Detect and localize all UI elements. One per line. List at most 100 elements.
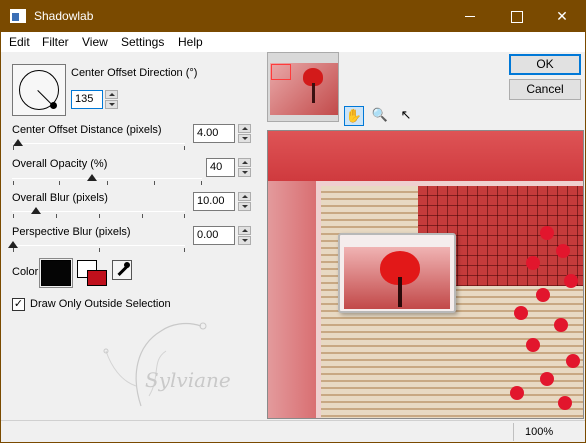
- status-divider: [513, 423, 514, 441]
- blur-label: Overall Blur (pixels): [12, 192, 108, 204]
- opacity-field[interactable]: 40: [206, 158, 235, 177]
- shadowlab-window: Shadowlab ✕ Edit Filter View Settings He…: [0, 0, 586, 443]
- distance-spinner[interactable]: [238, 124, 251, 143]
- select-tool-icon[interactable]: ↖: [396, 106, 416, 126]
- watermark-logo: Sylviane: [91, 306, 241, 416]
- preview-hearts: [506, 226, 583, 418]
- watermark-flourish-icon: [103, 322, 207, 407]
- distance-field[interactable]: 4.00: [193, 124, 235, 143]
- direction-down-arrow-icon[interactable]: [105, 100, 118, 109]
- heart-shape: [540, 372, 554, 386]
- distance-tick: [13, 146, 14, 150]
- watermark-text: Sylviane: [145, 368, 231, 392]
- heart-shape: [558, 396, 572, 410]
- blur-tick: [99, 214, 100, 218]
- preview-top-band: [268, 131, 583, 181]
- blur-spinner[interactable]: [238, 192, 251, 211]
- blur-tick: [13, 214, 14, 218]
- blur-tick: [184, 214, 185, 218]
- direction-spinner[interactable]: [105, 90, 118, 109]
- menu-settings[interactable]: Settings: [121, 35, 164, 49]
- ok-button[interactable]: OK: [509, 54, 581, 75]
- blur-slider-thumb[interactable]: [31, 207, 41, 214]
- distance-up-arrow-icon[interactable]: [238, 124, 251, 133]
- heart-shape: [526, 256, 540, 270]
- distance-tick: [184, 146, 185, 150]
- preview-left-band: [268, 181, 316, 418]
- heart-shape: [536, 288, 550, 302]
- perspective-tick: [184, 248, 185, 252]
- opacity-label: Overall Opacity (%): [12, 158, 108, 170]
- background-color-swatch[interactable]: [87, 270, 107, 286]
- app-icon: [10, 9, 26, 23]
- outside-selection-checkbox[interactable]: ✓: [12, 298, 25, 311]
- heart-tree-trunk: [398, 277, 402, 307]
- direction-label: Center Offset Direction (°): [71, 67, 198, 79]
- tree-card-image: [344, 247, 450, 309]
- perspective-slider-track[interactable]: [12, 245, 185, 246]
- opacity-slider-thumb[interactable]: [87, 174, 97, 181]
- perspective-tick: [99, 248, 100, 252]
- fg-bg-color-swatch[interactable]: [77, 260, 107, 286]
- pan-tool-icon[interactable]: ✋: [344, 106, 364, 126]
- direction-dial[interactable]: [12, 64, 66, 116]
- tree-trunk: [312, 83, 315, 103]
- opacity-tick: [154, 181, 155, 185]
- heart-shape: [514, 306, 528, 320]
- opacity-tick: [13, 181, 14, 185]
- opacity-slider-track[interactable]: [12, 178, 202, 179]
- blur-up-arrow-icon[interactable]: [238, 192, 251, 201]
- opacity-tick: [107, 181, 108, 185]
- settings-panel: Center Offset Direction (°) 135 Center O…: [1, 52, 263, 420]
- distance-slider-track[interactable]: [12, 143, 185, 144]
- blur-tick: [142, 214, 143, 218]
- dial-handle[interactable]: [50, 102, 57, 109]
- window-title: Shadowlab: [34, 9, 94, 23]
- title-bar[interactable]: Shadowlab ✕: [1, 1, 585, 32]
- preview-canvas[interactable]: [267, 130, 584, 419]
- heart-shape: [554, 318, 568, 332]
- heart-shape: [566, 354, 580, 368]
- navigator-image[interactable]: [270, 63, 338, 115]
- heart-shape: [510, 386, 524, 400]
- eyedropper-icon[interactable]: [112, 260, 132, 280]
- heart-shape: [564, 274, 578, 288]
- opacity-up-arrow-icon[interactable]: [238, 158, 251, 167]
- shadow-color-swatch[interactable]: [39, 258, 73, 288]
- perspective-down-arrow-icon[interactable]: [238, 236, 251, 245]
- preview-tree-card: [338, 233, 456, 313]
- menu-filter[interactable]: Filter: [42, 35, 69, 49]
- status-bar: 100%: [1, 420, 585, 442]
- perspective-label: Perspective Blur (pixels): [12, 226, 131, 238]
- navigator-thumbnail[interactable]: [267, 52, 339, 122]
- distance-down-arrow-icon[interactable]: [238, 134, 251, 143]
- direction-field[interactable]: 135: [71, 90, 103, 109]
- close-button[interactable]: ✕: [539, 1, 585, 32]
- blur-down-arrow-icon[interactable]: [238, 202, 251, 211]
- navigator-viewport-box[interactable]: [271, 64, 291, 80]
- heart-shape: [540, 226, 554, 240]
- perspective-field[interactable]: 0.00: [193, 226, 235, 245]
- distance-slider-thumb[interactable]: [13, 139, 23, 146]
- menu-bar: Edit Filter View Settings Help: [1, 32, 585, 52]
- blur-field[interactable]: 10.00: [193, 192, 235, 211]
- distance-label: Center Offset Distance (pixels): [12, 124, 162, 136]
- cancel-button[interactable]: Cancel: [509, 79, 581, 100]
- opacity-down-arrow-icon[interactable]: [238, 168, 251, 177]
- menu-help[interactable]: Help: [178, 35, 203, 49]
- maximize-button[interactable]: [493, 1, 539, 32]
- preview-panel: ✋ 🔍 ↖ OK Cancel: [263, 52, 585, 420]
- blur-tick: [56, 214, 57, 218]
- menu-view[interactable]: View: [82, 35, 108, 49]
- color-label: Color: [12, 266, 39, 278]
- perspective-slider-thumb[interactable]: [8, 241, 18, 248]
- heart-shape: [556, 244, 570, 258]
- zoom-tool-icon[interactable]: 🔍: [370, 106, 390, 126]
- perspective-up-arrow-icon[interactable]: [238, 226, 251, 235]
- menu-edit[interactable]: Edit: [9, 35, 30, 49]
- perspective-spinner[interactable]: [238, 226, 251, 245]
- opacity-spinner[interactable]: [238, 158, 251, 177]
- perspective-tick: [13, 248, 14, 252]
- minimize-button[interactable]: [447, 1, 493, 32]
- direction-up-arrow-icon[interactable]: [105, 90, 118, 99]
